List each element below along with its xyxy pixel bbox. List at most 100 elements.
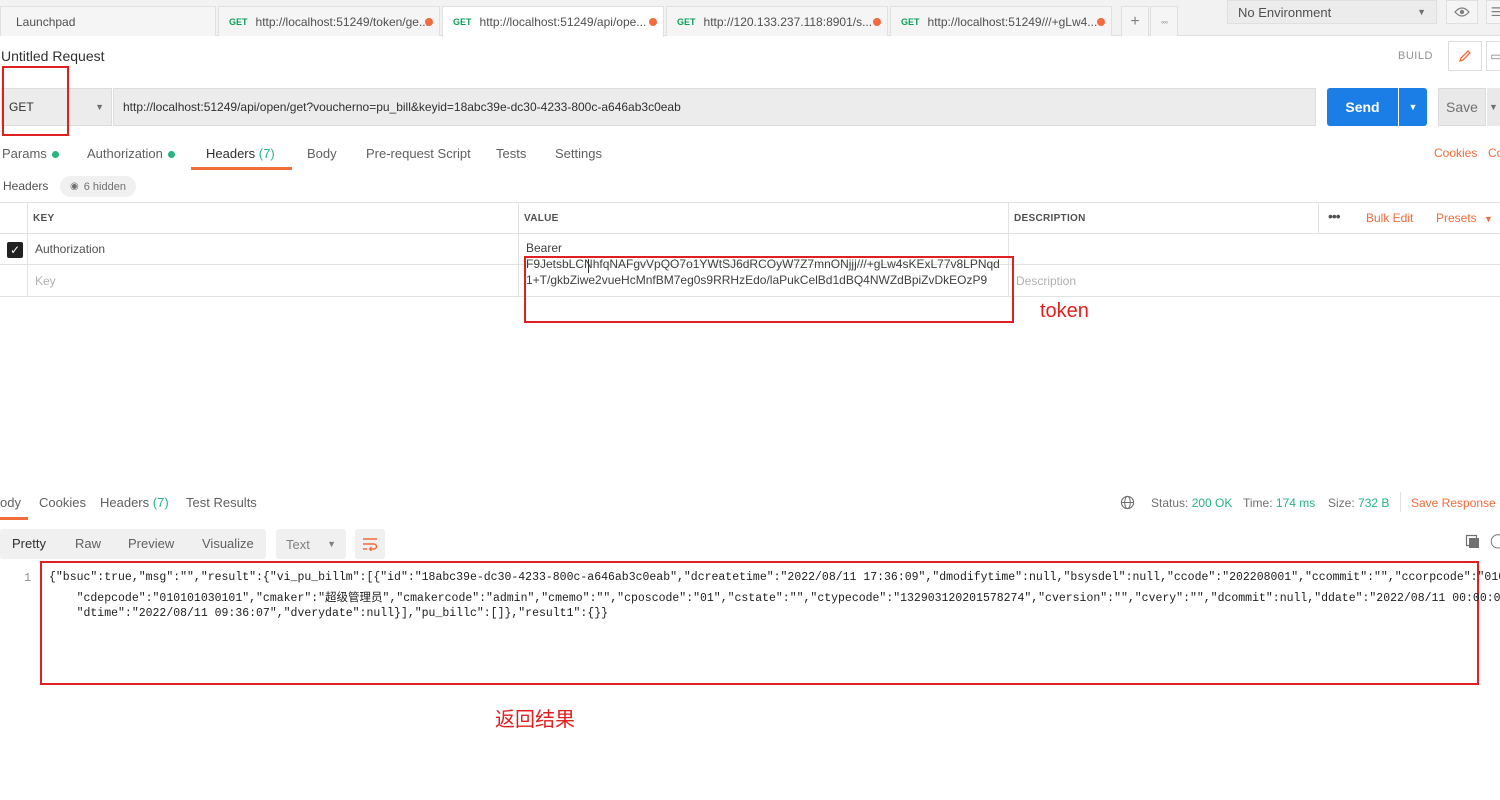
- token-annotation: token: [1040, 300, 1089, 322]
- size-value: 732 B: [1358, 496, 1390, 510]
- unsaved-dot-icon: [1097, 18, 1105, 26]
- tab-request-token[interactable]: GET http://localhost:51249/token/ge...: [218, 6, 440, 36]
- response-tab-body[interactable]: ody: [0, 495, 21, 510]
- tab-authorization[interactable]: Authorization: [87, 146, 175, 161]
- tab-options-button[interactable]: ◦◦◦: [1150, 6, 1178, 36]
- url-input[interactable]: [113, 88, 1316, 126]
- language-select[interactable]: Text ▼: [276, 529, 346, 559]
- active-dot-icon: [167, 151, 175, 159]
- tab-headers-count: (7): [258, 146, 275, 161]
- language-label: Text: [286, 536, 310, 552]
- format-pretty[interactable]: Pretty: [12, 536, 46, 551]
- request-title[interactable]: Untitled Request: [1, 48, 105, 64]
- manage-environments-button[interactable]: ☰: [1486, 0, 1500, 24]
- copy-icon[interactable]: [1465, 534, 1481, 550]
- tab-launchpad[interactable]: Launchpad: [0, 6, 216, 36]
- tab-params[interactable]: Params: [2, 146, 59, 161]
- response-tab-test-results[interactable]: Test Results: [186, 495, 257, 510]
- more-icon[interactable]: •••: [1328, 208, 1341, 224]
- save-response-button[interactable]: Save Response: [1411, 496, 1496, 510]
- response-body-line[interactable]: {"bsuc":true,"msg":"","result":{"vi_pu_b…: [49, 571, 1500, 584]
- response-status: Status: 200 OK: [1151, 496, 1232, 510]
- column-description: DESCRIPTION: [1014, 213, 1086, 224]
- response-tab-cookies[interactable]: Cookies: [39, 495, 86, 510]
- header-value-line: Bearer: [526, 241, 563, 255]
- tab-label: Launchpad: [16, 14, 76, 29]
- environment-label: No Environment: [1238, 4, 1332, 20]
- tab-prerequest-script[interactable]: Pre-request Script: [366, 146, 471, 161]
- response-tab-headers-label: Headers: [100, 495, 150, 510]
- send-options-button[interactable]: ▼: [1399, 88, 1427, 126]
- response-body-line[interactable]: "dtime":"2022/08/11 09:36:07","dverydate…: [49, 607, 608, 620]
- pencil-icon: [1458, 50, 1471, 63]
- response-tab-cookies-label: Cookies: [39, 495, 86, 510]
- edit-button[interactable]: [1448, 41, 1482, 71]
- tab-request-open-get[interactable]: GET http://localhost:51249/api/ope...: [442, 6, 664, 37]
- environment-quick-look-button[interactable]: [1446, 0, 1478, 24]
- chevron-down-icon: ▼: [95, 102, 104, 112]
- chevron-down-icon: ▼: [1489, 102, 1498, 112]
- tab-tests-label: Tests: [496, 146, 527, 161]
- presets-dropdown[interactable]: Presets ▼: [1436, 211, 1493, 225]
- active-tab-indicator: [191, 167, 292, 170]
- tab-tests[interactable]: Tests: [496, 146, 526, 161]
- format-preview[interactable]: Preview: [128, 536, 174, 551]
- globe-icon[interactable]: [1120, 495, 1135, 510]
- tab-body-label: Body: [307, 146, 337, 161]
- unsaved-dot-icon: [425, 18, 433, 26]
- hidden-headers-toggle[interactable]: ◉ 6 hidden: [60, 176, 136, 197]
- response-size: Size: 732 B: [1328, 496, 1389, 510]
- tab-request-token-url[interactable]: GET http://localhost:51249///+gLw4...: [890, 6, 1112, 36]
- wrap-lines-button[interactable]: [355, 529, 385, 559]
- mode-label: BUILD: [1398, 50, 1433, 62]
- documentation-button[interactable]: ▭: [1486, 41, 1500, 71]
- new-description-input[interactable]: Description: [1016, 274, 1076, 288]
- unsaved-dot-icon: [649, 18, 657, 26]
- tab-request-remote[interactable]: GET http://120.133.237.118:8901/s...: [666, 6, 888, 36]
- divider: [1400, 492, 1401, 512]
- plus-icon: +: [1130, 12, 1140, 30]
- response-time: Time: 174 ms: [1243, 496, 1315, 510]
- tab-headers[interactable]: Headers (7): [206, 146, 275, 161]
- new-tab-button[interactable]: +: [1121, 6, 1149, 36]
- time-value: 174 ms: [1275, 496, 1316, 510]
- cookies-link[interactable]: Cookies: [1434, 146, 1477, 160]
- new-key-input[interactable]: Key: [35, 274, 56, 288]
- wrap-lines-icon: [363, 538, 378, 551]
- tab-prerequest-label: Pre-request Script: [366, 146, 471, 161]
- active-tab-indicator: [0, 517, 28, 520]
- active-dot-icon: [51, 151, 59, 159]
- response-body-line[interactable]: "cdepcode":"010101030101","cmaker":"超级管理…: [49, 589, 1500, 605]
- response-tab-headers[interactable]: Headers (7): [100, 495, 169, 510]
- tab-authorization-label: Authorization: [87, 146, 163, 161]
- response-headers-count: (7): [152, 495, 169, 510]
- save-button[interactable]: Save: [1438, 88, 1486, 126]
- tab-method: GET: [229, 16, 248, 27]
- tab-label: http://localhost:51249/token/ge...: [255, 14, 429, 29]
- tab-headers-label: Headers: [206, 146, 256, 161]
- header-enabled-checkbox[interactable]: ✓: [7, 242, 23, 258]
- tab-settings[interactable]: Settings: [555, 146, 602, 161]
- format-raw[interactable]: Raw: [75, 536, 101, 551]
- presets-label: Presets: [1436, 211, 1477, 225]
- status-label: Status:: [1151, 496, 1189, 510]
- code-link[interactable]: Co: [1488, 146, 1500, 160]
- send-button[interactable]: Send: [1327, 88, 1398, 126]
- tab-method: GET: [677, 16, 696, 27]
- chevron-down-icon: ▼: [327, 539, 336, 549]
- hidden-headers-count: 6 hidden: [83, 180, 126, 193]
- format-visualize[interactable]: Visualize: [202, 536, 254, 551]
- response-tab-test-results-label: Test Results: [186, 495, 257, 510]
- save-options-button[interactable]: ▼: [1487, 88, 1500, 126]
- send-label: Send: [1345, 99, 1380, 115]
- header-key[interactable]: Authorization: [35, 242, 105, 256]
- tab-label: http://localhost:51249///+gLw4...: [927, 14, 1098, 29]
- bulk-edit-link[interactable]: Bulk Edit: [1366, 211, 1413, 225]
- tab-method: GET: [901, 16, 920, 27]
- column-value: VALUE: [524, 213, 559, 224]
- tab-body[interactable]: Body: [307, 146, 337, 161]
- response-tab-body-label: ody: [0, 495, 21, 510]
- search-icon[interactable]: ◯: [1490, 532, 1500, 549]
- environment-select[interactable]: No Environment ▼: [1227, 0, 1437, 24]
- document-icon: ▭: [1490, 49, 1500, 63]
